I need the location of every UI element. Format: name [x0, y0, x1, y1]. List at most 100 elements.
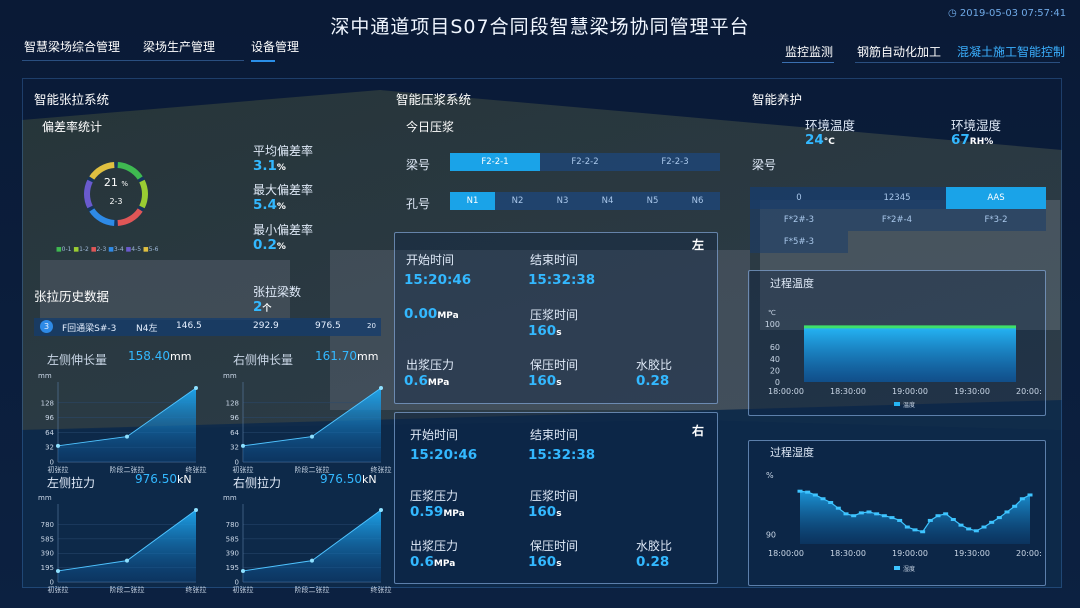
y-tick-label: 100: [765, 320, 780, 329]
nav-equipment[interactable]: 设备管理: [251, 38, 299, 55]
row-v1: 146.5: [176, 321, 202, 331]
area-fill: [243, 388, 381, 462]
curing-cell[interactable]: 12345: [848, 187, 946, 209]
y-tick-label: 64: [45, 429, 54, 437]
beam-count-value: 2个: [253, 299, 272, 315]
left-out-label: 出浆压力: [406, 358, 455, 372]
nav-comprehensive[interactable]: 智慧梁场综合管理: [24, 38, 120, 55]
right-force-chart: mm0195390585780初张拉 阶段二张拉 终张拉: [223, 494, 392, 594]
avg-deviation-label: 平均偏差率: [253, 144, 314, 158]
data-point: [310, 558, 314, 563]
nav-rebar[interactable]: 钢筋自动化加工: [857, 43, 941, 60]
data-point: [125, 434, 129, 439]
data-point: [1012, 504, 1018, 508]
grout-right-side: 右: [692, 424, 705, 438]
left-elongation-label: 左侧伸长量: [47, 353, 108, 367]
y-tick-label: 585: [226, 535, 239, 543]
nav-active-indicator: [251, 60, 275, 62]
hole-tab-n5[interactable]: N5: [630, 192, 675, 210]
beam-tab-3[interactable]: F2-2-3: [630, 153, 720, 171]
row-v2: 292.9: [253, 321, 279, 331]
curing-cell[interactable]: F*3-2: [946, 209, 1046, 231]
right-pressure-label: 压浆压力: [410, 489, 459, 503]
legend-item: ■1-2: [73, 246, 89, 253]
data-point: [843, 512, 849, 516]
curing-cell[interactable]: F*5#-3: [750, 231, 848, 253]
row-index: 3: [40, 320, 53, 333]
axis-unit: mm: [38, 372, 52, 380]
data-point: [812, 493, 818, 497]
area-fill: [243, 510, 381, 582]
hole-tab-n3[interactable]: N3: [540, 192, 585, 210]
curing-cell-selected[interactable]: AAS: [946, 187, 1046, 209]
x-tick-label: 初张拉: [233, 465, 254, 474]
left-elongation-chart: mm0326496128初张拉 阶段二张拉 终张拉: [38, 372, 207, 474]
data-point: [927, 518, 933, 522]
data-point: [989, 520, 995, 524]
data-point: [125, 558, 129, 563]
y-tick-label: 90: [766, 531, 776, 540]
curing-cell[interactable]: F*2#-3: [750, 209, 848, 231]
nav-monitoring[interactable]: 监控监测: [785, 43, 833, 60]
left-force-label: 左侧拉力: [47, 476, 96, 490]
x-tick-label: 终张拉: [186, 585, 207, 594]
right-ratio-label: 水胶比: [636, 539, 673, 553]
temp-value: 24°C: [805, 132, 835, 148]
x-tick-label: 18:30:00: [830, 549, 866, 558]
y-tick-label: 20: [770, 366, 780, 375]
x-tick-label: 初张拉: [233, 585, 254, 594]
axis-unit: mm: [223, 372, 237, 380]
grout-left-side: 左: [692, 238, 705, 252]
nav-production[interactable]: 梁场生产管理: [143, 38, 215, 55]
legend-label: 温度: [903, 401, 915, 409]
data-point: [874, 512, 880, 516]
clock-icon: ◷: [948, 8, 957, 19]
data-point: [889, 516, 895, 520]
axis-unit: ℃: [768, 309, 776, 317]
donut-legend: ■0-1 ■1-2 ■2-3 ■3-4 ■4-5 ■5-6: [56, 246, 159, 253]
legend-item: ■3-4: [108, 246, 124, 253]
legend-item: ■4-5: [125, 246, 142, 253]
legend-item: ■0-1: [56, 246, 72, 253]
hole-tab-n6[interactable]: N6: [675, 192, 720, 210]
nav-concrete[interactable]: 混凝土施工智能控制: [957, 43, 1065, 60]
beam-tab-2[interactable]: F2-2-2: [540, 153, 630, 171]
right-force-value: 976.50kN: [320, 472, 377, 486]
data-point: [920, 530, 926, 534]
curing-beam-table: 0 12345 AAS F*2#-3 F*2#-4 F*3-2 F*5#-3: [750, 187, 1046, 253]
left-ratio-value: 0.28: [636, 373, 670, 389]
data-point: [310, 434, 314, 439]
hole-tab-n4[interactable]: N4: [585, 192, 630, 210]
curing-cell[interactable]: F*2#-4: [848, 209, 946, 231]
beam-tab-1[interactable]: F2-2-1: [450, 153, 540, 171]
legend-swatch: [894, 566, 900, 570]
legend-label: 湿度: [903, 565, 915, 573]
hole-tab-n2[interactable]: N2: [495, 192, 540, 210]
page-title: 深中通道项目S07合同段智慧梁场协同管理平台: [330, 16, 750, 38]
donut-sub: 2-3: [109, 197, 123, 206]
donut-number: 21: [103, 176, 118, 189]
grout-today: 今日压浆: [406, 120, 455, 134]
deviation-title: 偏差率统计: [42, 120, 103, 134]
right-start-label: 开始时间: [410, 428, 459, 442]
row-v3: 976.5: [315, 321, 341, 331]
curing-beam-label: 梁号: [752, 158, 777, 172]
left-start-label: 开始时间: [406, 253, 455, 267]
y-tick-label: 195: [226, 564, 239, 572]
axis-unit: mm: [223, 494, 237, 502]
data-point: [828, 501, 834, 505]
x-tick-label: 19:30:00: [954, 387, 990, 396]
humidity-value: 67RH%: [951, 132, 994, 148]
left-end-label: 结束时间: [530, 253, 579, 267]
y-tick-label: 64: [230, 429, 239, 437]
history-row[interactable]: 3 F回通梁S#-3 N4左 146.5 292.9 976.5 20: [34, 318, 381, 336]
curing-cell[interactable]: 0: [750, 187, 848, 209]
data-point: [858, 511, 864, 515]
data-point: [966, 527, 972, 531]
hole-tab-n1[interactable]: N1: [450, 192, 495, 210]
left-hold-label: 保压时间: [530, 358, 579, 372]
tension-title: 智能张拉系统: [34, 92, 110, 107]
data-point: [194, 508, 198, 512]
data-point: [379, 386, 383, 390]
y-tick-label: 780: [226, 521, 239, 529]
